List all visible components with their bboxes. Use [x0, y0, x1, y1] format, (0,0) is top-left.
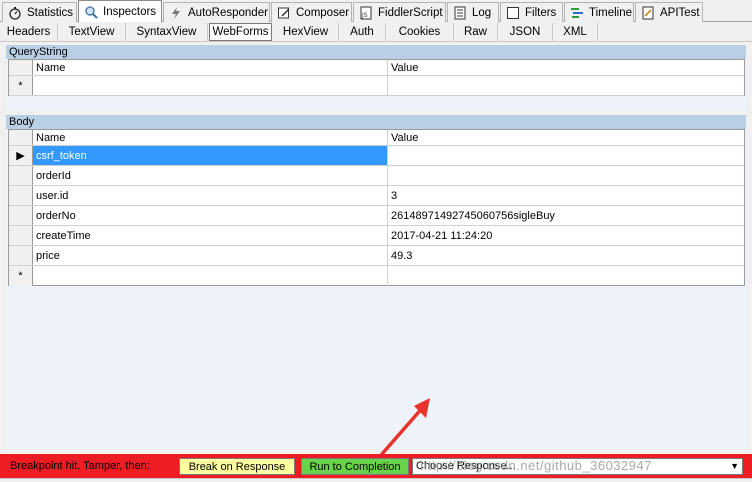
- run-to-completion-button[interactable]: Run to Completion: [301, 458, 409, 475]
- new-row-marker: *: [9, 266, 33, 286]
- new-field-value-cell[interactable]: [388, 266, 744, 286]
- lightning-icon: [168, 5, 184, 21]
- tab-label: Log: [472, 6, 492, 19]
- apitest-icon: [640, 5, 656, 21]
- tab-label: AutoResponder: [188, 6, 268, 19]
- querystring-new-row[interactable]: *: [9, 76, 744, 96]
- tab-label: Composer: [296, 6, 350, 19]
- table-row[interactable]: user.id 3: [9, 186, 744, 206]
- subtab-syntaxview[interactable]: SyntaxView: [126, 23, 208, 41]
- table-row[interactable]: createTime 2017-04-21 11:24:20: [9, 226, 744, 246]
- current-row-marker: ▶: [9, 146, 33, 165]
- tab-apitest[interactable]: APITest: [635, 2, 703, 22]
- tab-label: FiddlerScript: [378, 6, 443, 19]
- timeline-icon: [569, 5, 585, 21]
- column-header-value[interactable]: Value: [388, 60, 744, 75]
- table-row[interactable]: orderNo 26148971492745060756sigleBuy: [9, 206, 744, 226]
- tab-timeline[interactable]: Timeline: [564, 2, 634, 22]
- annotation-arrow: [380, 398, 430, 456]
- tab-log[interactable]: Log: [447, 2, 499, 22]
- subtab-hexview[interactable]: HexView: [273, 23, 339, 41]
- status-strip: [0, 478, 752, 482]
- table-row[interactable]: price 49.3: [9, 246, 744, 266]
- body-header: Body: [6, 115, 746, 129]
- subtab-webforms[interactable]: WebForms: [209, 23, 272, 41]
- row-header-corner: [9, 60, 33, 75]
- field-name-cell[interactable]: orderNo: [33, 206, 388, 225]
- querystring-header: QueryString: [6, 45, 746, 59]
- inspector-subtab-strip: Headers TextView SyntaxView WebForms Hex…: [0, 22, 752, 42]
- field-name-cell[interactable]: user.id: [33, 186, 388, 205]
- tab-autoresponder[interactable]: AutoResponder: [163, 2, 270, 22]
- tab-label: Statistics: [27, 6, 74, 19]
- stopwatch-icon: [7, 5, 23, 21]
- subtab-auth[interactable]: Auth: [339, 23, 386, 41]
- field-value-cell[interactable]: 26148971492745060756sigleBuy: [388, 206, 744, 225]
- script-icon: JS: [358, 5, 374, 21]
- table-row[interactable]: orderId: [9, 166, 744, 186]
- body-new-row[interactable]: *: [9, 266, 744, 286]
- tab-filters[interactable]: Filters: [500, 2, 563, 22]
- field-value-cell[interactable]: 49.3: [388, 246, 744, 265]
- tab-inspectors[interactable]: Inspectors: [78, 0, 162, 23]
- field-value-cell[interactable]: [388, 166, 744, 185]
- svg-text:JS: JS: [361, 12, 368, 19]
- subtab-xml[interactable]: XML: [553, 23, 598, 41]
- tab-label: Inspectors: [103, 6, 157, 18]
- row-header: [9, 246, 33, 265]
- querystring-value-cell[interactable]: [388, 76, 744, 95]
- body-header-row: Name Value: [9, 130, 744, 146]
- tab-fiddlerscript[interactable]: JS FiddlerScript: [353, 2, 446, 22]
- body-grid: Name Value ▶ csrf_token orderId user.id …: [8, 129, 745, 286]
- querystring-name-cell[interactable]: [33, 76, 388, 95]
- field-value-cell[interactable]: [388, 146, 744, 165]
- subtab-raw[interactable]: Raw: [454, 23, 498, 41]
- row-header: [9, 206, 33, 225]
- row-header: [9, 226, 33, 245]
- field-value-cell[interactable]: 3: [388, 186, 744, 205]
- column-header-name[interactable]: Name: [33, 60, 388, 75]
- subtab-cookies[interactable]: Cookies: [386, 23, 454, 41]
- tab-label: Filters: [525, 6, 557, 19]
- tab-composer[interactable]: Composer: [271, 2, 352, 22]
- column-header-name[interactable]: Name: [33, 130, 388, 145]
- tab-statistics[interactable]: Statistics: [2, 2, 77, 22]
- subtab-json[interactable]: JSON: [498, 23, 553, 41]
- querystring-grid: Name Value *: [8, 59, 745, 96]
- subtab-textview[interactable]: TextView: [58, 23, 126, 41]
- field-value-cell[interactable]: 2017-04-21 11:24:20: [388, 226, 744, 245]
- field-name-cell[interactable]: price: [33, 246, 388, 265]
- column-header-value[interactable]: Value: [388, 130, 744, 145]
- new-field-name-cell[interactable]: [33, 266, 388, 286]
- watermark: http://blog.csdn.net/github_36032947: [420, 458, 652, 473]
- composer-icon: [276, 5, 292, 21]
- magnifier-icon: [83, 4, 99, 20]
- field-name-cell[interactable]: createTime: [33, 226, 388, 245]
- tab-label: APITest: [660, 6, 700, 19]
- breakpoint-status-text: Breakpoint hit. Tamper, then:: [10, 460, 150, 472]
- break-on-response-button[interactable]: Break on Response: [179, 458, 295, 475]
- subtab-headers[interactable]: Headers: [0, 23, 58, 41]
- row-header: [9, 166, 33, 185]
- new-row-marker: *: [9, 76, 33, 95]
- checkbox-icon: [505, 5, 521, 21]
- main-tab-strip: Statistics Inspectors AutoResponder Comp…: [0, 0, 752, 23]
- tab-label: Timeline: [589, 6, 633, 19]
- log-icon: [452, 5, 468, 21]
- row-header: [9, 186, 33, 205]
- row-header-corner: [9, 130, 33, 145]
- querystring-header-row: Name Value: [9, 60, 744, 76]
- field-name-cell[interactable]: orderId: [33, 166, 388, 185]
- field-name-cell[interactable]: csrf_token: [33, 146, 388, 165]
- table-row[interactable]: ▶ csrf_token: [9, 146, 744, 166]
